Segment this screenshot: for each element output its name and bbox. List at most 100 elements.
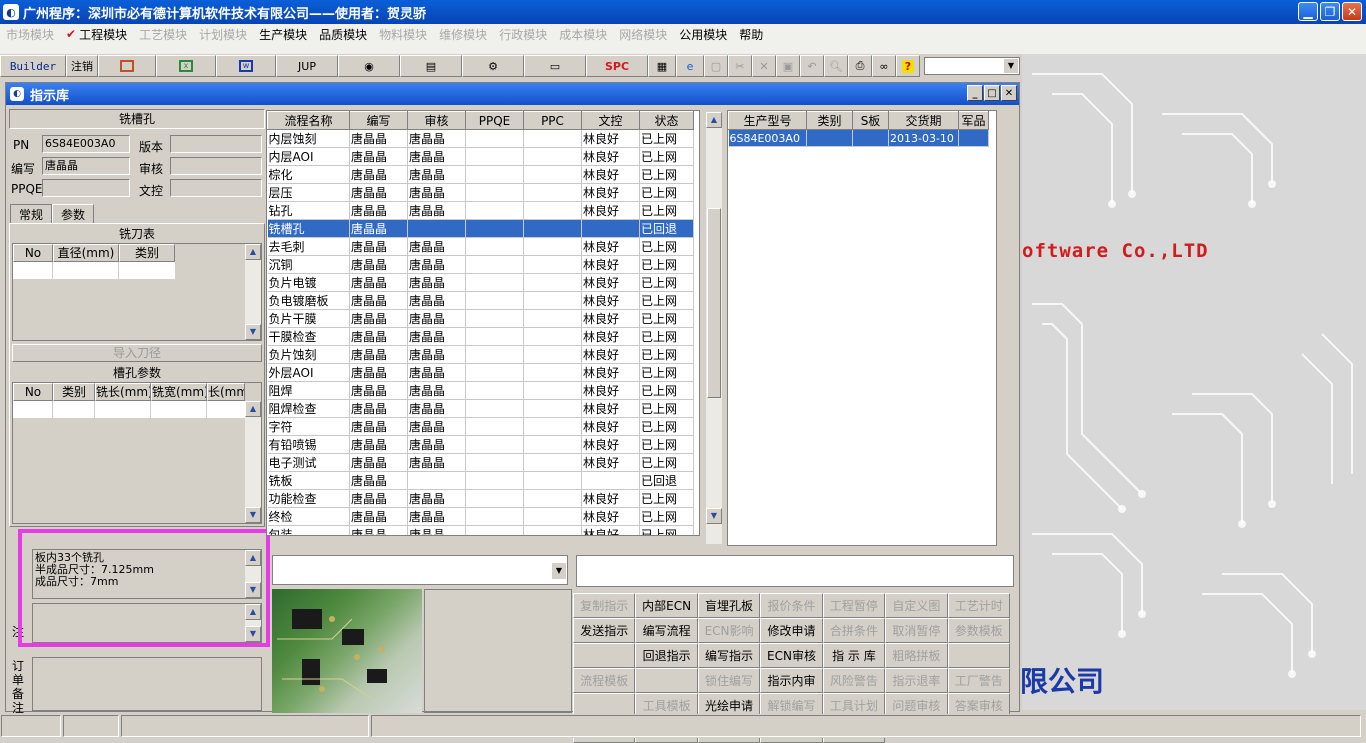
table-row[interactable]: 内层AOI 唐晶晶 唐晶晶 林良好 已上网 <box>267 147 694 166</box>
slot-col-no[interactable]: No <box>13 383 53 401</box>
table-row[interactable]: 6S84E003A0 2013-03-10 <box>728 129 989 147</box>
slot-col-width[interactable]: 铣宽(mm) <box>151 383 207 401</box>
table-row[interactable]: 层压 唐晶晶 唐晶晶 林良好 已上网 <box>267 183 694 202</box>
action-button-7[interactable]: 发送指示 <box>573 618 636 643</box>
toolbar-select[interactable] <box>924 57 1020 75</box>
slot-scrollbar[interactable]: ▲ ▼ <box>245 401 261 523</box>
table-row[interactable]: 有铅喷锡 唐晶晶 唐晶晶 林良好 已上网 <box>267 435 694 454</box>
table-row[interactable]: 内层蚀刻 唐晶晶 唐晶晶 林良好 已上网 <box>267 129 694 148</box>
table-row[interactable]: 负电镀磨板 唐晶晶 唐晶晶 林良好 已上网 <box>267 291 694 310</box>
help-button[interactable]: ? <box>896 55 920 77</box>
table-row[interactable]: 负片蚀刻 唐晶晶 唐晶晶 林良好 已上网 <box>267 345 694 364</box>
action-button-3[interactable]: 报价条件 <box>760 593 823 618</box>
slot-col-long[interactable]: 长(mm <box>207 383 245 401</box>
calendar-button[interactable]: ▦ <box>648 55 676 77</box>
flow-select[interactable]: ▼ <box>272 555 568 585</box>
minimize-button[interactable]: ▁ <box>1298 2 1318 21</box>
menu-item-0[interactable]: 市场模块 <box>0 26 60 43</box>
delete-button[interactable]: ✕ <box>752 55 776 77</box>
print-button[interactable]: ⎙ <box>848 55 872 77</box>
process-col-1[interactable]: 编写 <box>349 111 408 130</box>
action-button-9[interactable]: ECN影响 <box>697 618 761 643</box>
action-button-14[interactable] <box>573 643 636 668</box>
process-grid-scrollbar[interactable]: ▲ ▼ <box>706 112 722 544</box>
preview-button[interactable]: 🔍︎ <box>824 55 848 77</box>
action-button-25[interactable]: 风险警告 <box>822 668 886 693</box>
eye-button[interactable]: ◉ <box>338 55 400 77</box>
process-col-4[interactable]: PPC <box>523 111 582 130</box>
action-button-13[interactable]: 参数模板 <box>947 618 1010 643</box>
table-row[interactable]: 阻焊 唐晶晶 唐晶晶 林良好 已上网 <box>267 381 694 400</box>
action-button-24[interactable]: 指示内审 <box>760 668 823 693</box>
action-button-27[interactable]: 工厂警告 <box>947 668 1010 693</box>
database-button[interactable]: ▤ <box>400 55 462 77</box>
action-button-5[interactable]: 自定义图 <box>885 593 948 618</box>
process-col-0[interactable]: 流程名称 <box>267 111 350 130</box>
save-button[interactable]: ▣ <box>776 55 800 77</box>
menu-item-10[interactable]: 网络模块 <box>613 26 673 43</box>
action-button-18[interactable]: 指 示 库 <box>822 643 886 668</box>
ppqe-field[interactable] <box>42 179 130 197</box>
process-col-6[interactable]: 状态 <box>639 111 694 130</box>
restore-button[interactable]: ❐ <box>1320 2 1340 21</box>
table-row[interactable]: 干膜检查 唐晶晶 唐晶晶 林良好 已上网 <box>267 327 694 346</box>
table-row[interactable]: 包装 唐晶晶 唐晶晶 林良好 已上网 <box>267 525 694 535</box>
review-field[interactable] <box>170 157 262 175</box>
action-button-6[interactable]: 工艺计时 <box>947 593 1010 618</box>
scroll-up-icon[interactable]: ▲ <box>706 112 722 128</box>
table-row[interactable]: 负片干膜 唐晶晶 唐晶晶 林良好 已上网 <box>267 309 694 328</box>
action-button-2[interactable]: 盲埋孔板 <box>697 593 761 618</box>
action-button-10[interactable]: 修改申请 <box>760 618 823 643</box>
scroll-up-icon[interactable]: ▲ <box>245 401 261 417</box>
version-field[interactable] <box>170 135 262 153</box>
dropdown-arrow-icon[interactable]: ▼ <box>552 563 566 579</box>
model-col-2[interactable]: S板 <box>852 111 889 130</box>
action-button-26[interactable]: 指示退率 <box>885 668 948 693</box>
ie-button[interactable]: e <box>676 55 704 77</box>
cutter-col-type[interactable]: 类别 <box>119 244 175 262</box>
action-button-16[interactable]: 编写指示 <box>697 643 761 668</box>
table-row[interactable]: 负片电镀 唐晶晶 唐晶晶 林良好 已上网 <box>267 273 694 292</box>
new-button[interactable]: ▢ <box>704 55 728 77</box>
model-col-4[interactable]: 军品 <box>958 111 989 130</box>
author-field[interactable]: 唐晶晶 <box>42 157 130 175</box>
action-button-8[interactable]: 编写流程 <box>635 618 698 643</box>
table-row[interactable]: 去毛刺 唐晶晶 唐晶晶 林良好 已上网 <box>267 237 694 256</box>
close-button[interactable]: ✕ <box>1342 2 1362 21</box>
scroll-thumb[interactable] <box>707 208 721 398</box>
menu-item-6[interactable]: 物料模块 <box>373 26 433 43</box>
action-button-19[interactable]: 粗略拼板 <box>885 643 948 668</box>
table-row[interactable]: 阻焊检查 唐晶晶 唐晶晶 林良好 已上网 <box>267 399 694 418</box>
scroll-down-icon[interactable]: ▼ <box>706 508 722 524</box>
tab-general[interactable]: 常规 <box>10 204 53 224</box>
network-button[interactable]: ⚙ <box>462 55 524 77</box>
undo-button[interactable]: ↶ <box>800 55 824 77</box>
scroll-up-icon[interactable]: ▲ <box>245 244 261 260</box>
table-row[interactable]: 铣板 唐晶晶 已回退 <box>267 471 694 490</box>
table-row[interactable]: 铣槽孔 唐晶晶 已回退 <box>267 219 694 238</box>
scroll-down-icon[interactable]: ▼ <box>245 324 261 340</box>
find-button[interactable]: ∞ <box>872 55 896 77</box>
jup-button[interactable]: JUP <box>276 55 338 77</box>
excel-button[interactable]: x <box>156 55 216 77</box>
process-col-2[interactable]: 审核 <box>407 111 466 130</box>
cut-button[interactable]: ✂ <box>728 55 752 77</box>
scroll-down-icon[interactable]: ▼ <box>245 507 261 523</box>
menu-item-5[interactable]: 品质模块 <box>313 26 373 43</box>
table-row[interactable]: 沉铜 唐晶晶 唐晶晶 林良好 已上网 <box>267 255 694 274</box>
table-row[interactable]: 功能检查 唐晶晶 唐晶晶 林良好 已上网 <box>267 489 694 508</box>
menu-item-12[interactable]: 帮助 <box>733 26 769 43</box>
cutter-col-no[interactable]: No <box>13 244 53 262</box>
tab-parameters[interactable]: 参数 <box>52 204 95 224</box>
model-col-3[interactable]: 交货期 <box>888 111 959 130</box>
menu-item-4[interactable]: 生产模块 <box>253 26 313 43</box>
cutter-scrollbar[interactable]: ▲ ▼ <box>245 244 261 340</box>
action-button-1[interactable]: 内部ECN <box>635 593 698 618</box>
menu-item-9[interactable]: 成本模块 <box>553 26 613 43</box>
table-row[interactable]: 外层AOI 唐晶晶 唐晶晶 林良好 已上网 <box>267 363 694 382</box>
order-note-textarea[interactable] <box>32 657 262 711</box>
menu-item-11[interactable]: 公用模块 <box>673 26 733 43</box>
menu-item-3[interactable]: 计划模块 <box>193 26 253 43</box>
table-row[interactable]: 电子测试 唐晶晶 唐晶晶 林良好 已上网 <box>267 453 694 472</box>
model-col-1[interactable]: 类别 <box>806 111 853 130</box>
